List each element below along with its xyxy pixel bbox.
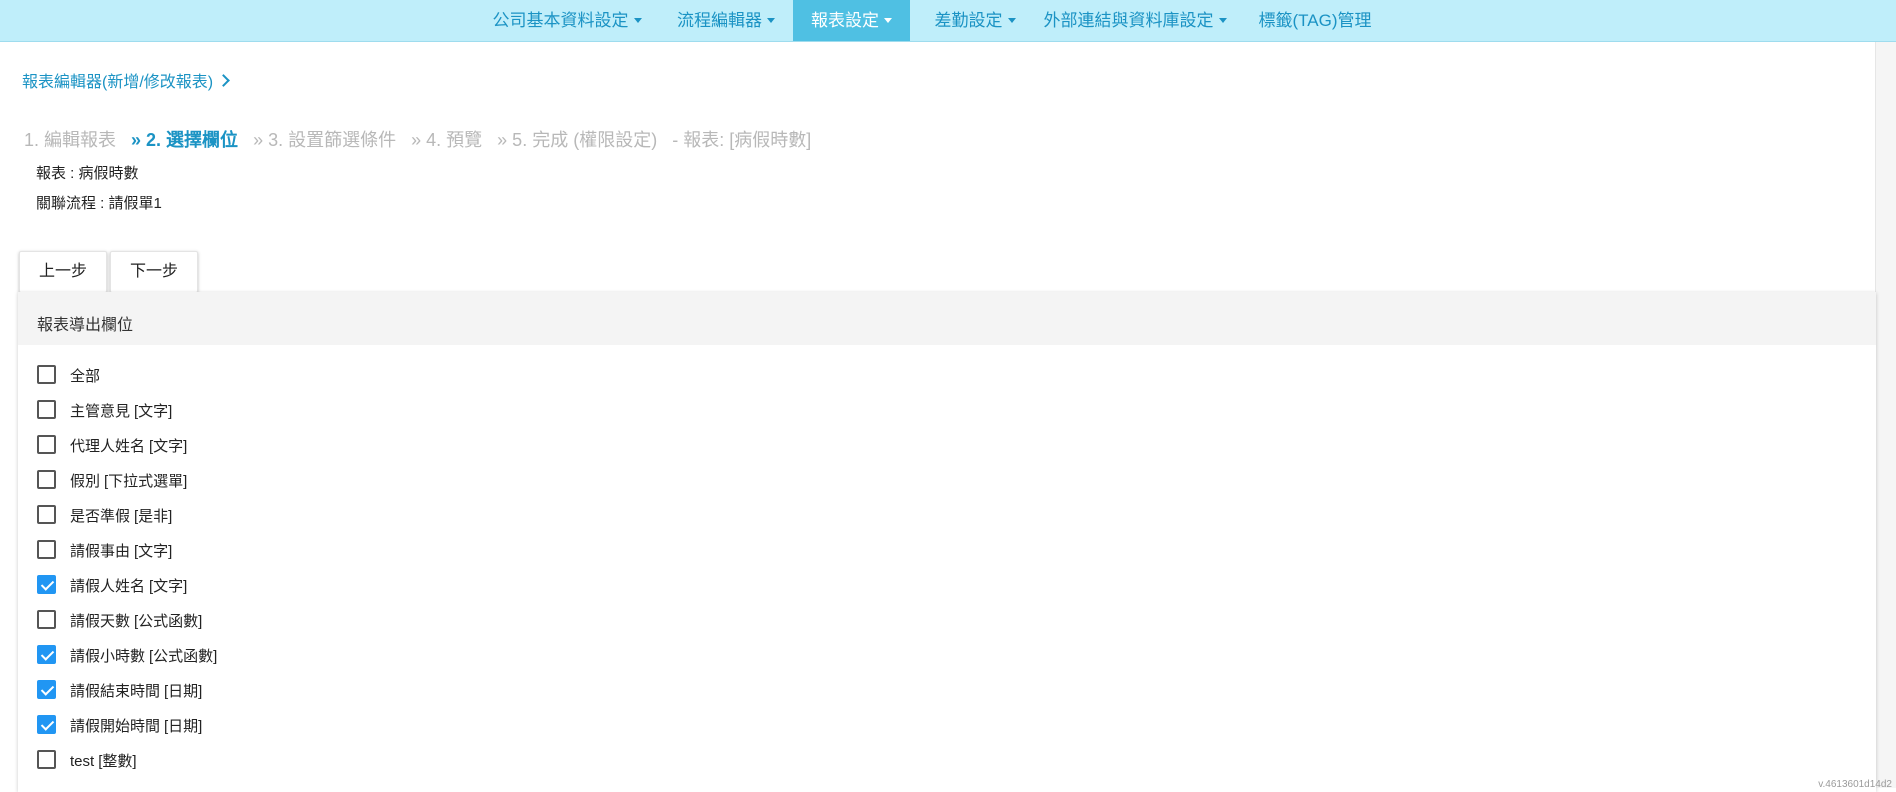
field-name: 代理人姓名 [70,438,146,455]
field-type: [是非] [134,508,173,525]
checkbox-checked-icon[interactable] [37,680,56,699]
checkbox-checked-icon[interactable] [37,715,56,734]
nav-external-db-settings[interactable]: 外部連結與資料庫設定 [1040,0,1230,41]
export-fields-panel: 報表導出欄位 全部 主管意見 [文字] 代理人姓名 [文字] 假別 [下拉式選單] 是否準假[… [18,292,1876,792]
vertical-scrollbar[interactable] [1875,42,1896,788]
checkbox-unchecked-icon[interactable] [37,365,56,384]
step-5: » 5. 完成 (權限設定) [497,130,658,150]
next-step-button[interactable]: 下一步 [110,251,198,293]
field-type: [整數] [98,753,137,770]
field-label: 請假結束時間 [日期] [70,680,202,701]
field-name: 假別 [70,473,101,490]
prev-step-button[interactable]: 上一步 [19,251,107,293]
field-label: 全部 [70,365,100,386]
checkmark-icon [40,717,55,731]
top-navigation: 公司基本資料設定 流程編輯器 報表設定 差勤設定 外部連結與資料庫設定 標籤(T… [0,0,1896,42]
caret-down-icon [1007,18,1016,23]
version-footnote: v.4613601d14d2 [1818,779,1892,790]
caret-down-icon [1218,18,1227,23]
step-4: » 4. 預覽 [411,130,483,150]
caret-down-icon [767,18,775,23]
field-name: 全部 [70,368,101,385]
field-type: [公式函數] [149,648,218,665]
panel-header: 報表導出欄位 [18,292,1876,345]
panel-title: 報表導出欄位 [37,317,134,334]
nav-tag-management[interactable]: 標籤(TAG)管理 [1255,0,1375,41]
field-name: 請假小時數 [70,648,146,665]
field-label: 是否準假 [是非] [70,505,172,526]
field-label: 請假小時數 [公式函數] [70,645,217,666]
field-name: 是否準假 [70,508,131,525]
checkbox-unchecked-icon[interactable] [37,470,56,489]
field-type: [日期] [164,718,203,735]
field-label: 請假人姓名 [文字] [70,575,187,596]
nav-report-settings[interactable]: 報表設定 [793,0,910,41]
field-label: 請假天數 [公式函數] [70,610,202,631]
field-type: [文字] [134,403,173,420]
field-name: 請假結束時間 [70,683,161,700]
nav-attendance-settings[interactable]: 差勤設定 [917,0,1033,41]
field-type: [下拉式選單] [104,473,188,490]
field-name: 請假天數 [70,613,131,630]
field-name: test [70,753,95,770]
step-2-current: » 2. 選擇欄位 [131,130,239,150]
step-report-name: - 報表: [病假時數] [672,130,812,150]
field-name: 主管意見 [70,403,131,420]
report-name-info: 報表 : 病假時數 [36,165,139,182]
checkbox-unchecked-icon[interactable] [37,750,56,769]
field-type: [公式函數] [134,613,203,630]
checkbox-unchecked-icon[interactable] [37,435,56,454]
chevron-right-icon [217,74,230,87]
checkmark-icon [40,682,55,696]
nav-flow-editor[interactable]: 流程編輯器 [663,0,789,41]
panel-body: 全部 主管意見 [文字] 代理人姓名 [文字] 假別 [下拉式選單] 是否準假 [是非] 請假事由… [18,345,1876,792]
checkmark-icon [40,577,55,591]
caret-down-icon [884,18,892,23]
field-label: test [整數] [70,750,137,771]
step-3: » 3. 設置篩選條件 [253,130,397,150]
field-type: [文字] [134,543,173,560]
checkbox-unchecked-icon[interactable] [37,540,56,559]
checkbox-unchecked-icon[interactable] [37,505,56,524]
field-name: 請假事由 [70,543,131,560]
breadcrumb[interactable]: 報表編輯器(新增/修改報表) [22,68,230,92]
field-label: 假別 [下拉式選單] [70,470,187,491]
field-label: 代理人姓名 [文字] [70,435,187,456]
nav-company-settings[interactable]: 公司基本資料設定 [483,0,651,41]
field-name: 請假人姓名 [70,578,146,595]
checkbox-unchecked-icon[interactable] [37,400,56,419]
caret-down-icon [633,18,642,23]
wizard-steps: 1. 編輯報表 » 2. 選擇欄位 » 3. 設置篩選條件 » 4. 預覽 » … [24,126,821,152]
checkbox-unchecked-icon[interactable] [37,610,56,629]
field-name: 請假開始時間 [70,718,161,735]
field-label: 請假開始時間 [日期] [70,715,202,736]
checkbox-checked-icon[interactable] [37,575,56,594]
field-label: 主管意見 [文字] [70,400,172,421]
field-type: [文字] [149,578,188,595]
field-type: [日期] [164,683,203,700]
step-1: 1. 編輯報表 [24,130,117,150]
checkbox-checked-icon[interactable] [37,645,56,664]
field-type: [文字] [149,438,188,455]
field-label: 請假事由 [文字] [70,540,172,561]
linked-flow-info: 關聯流程 : 請假單1 [36,195,162,212]
checkmark-icon [40,647,55,661]
